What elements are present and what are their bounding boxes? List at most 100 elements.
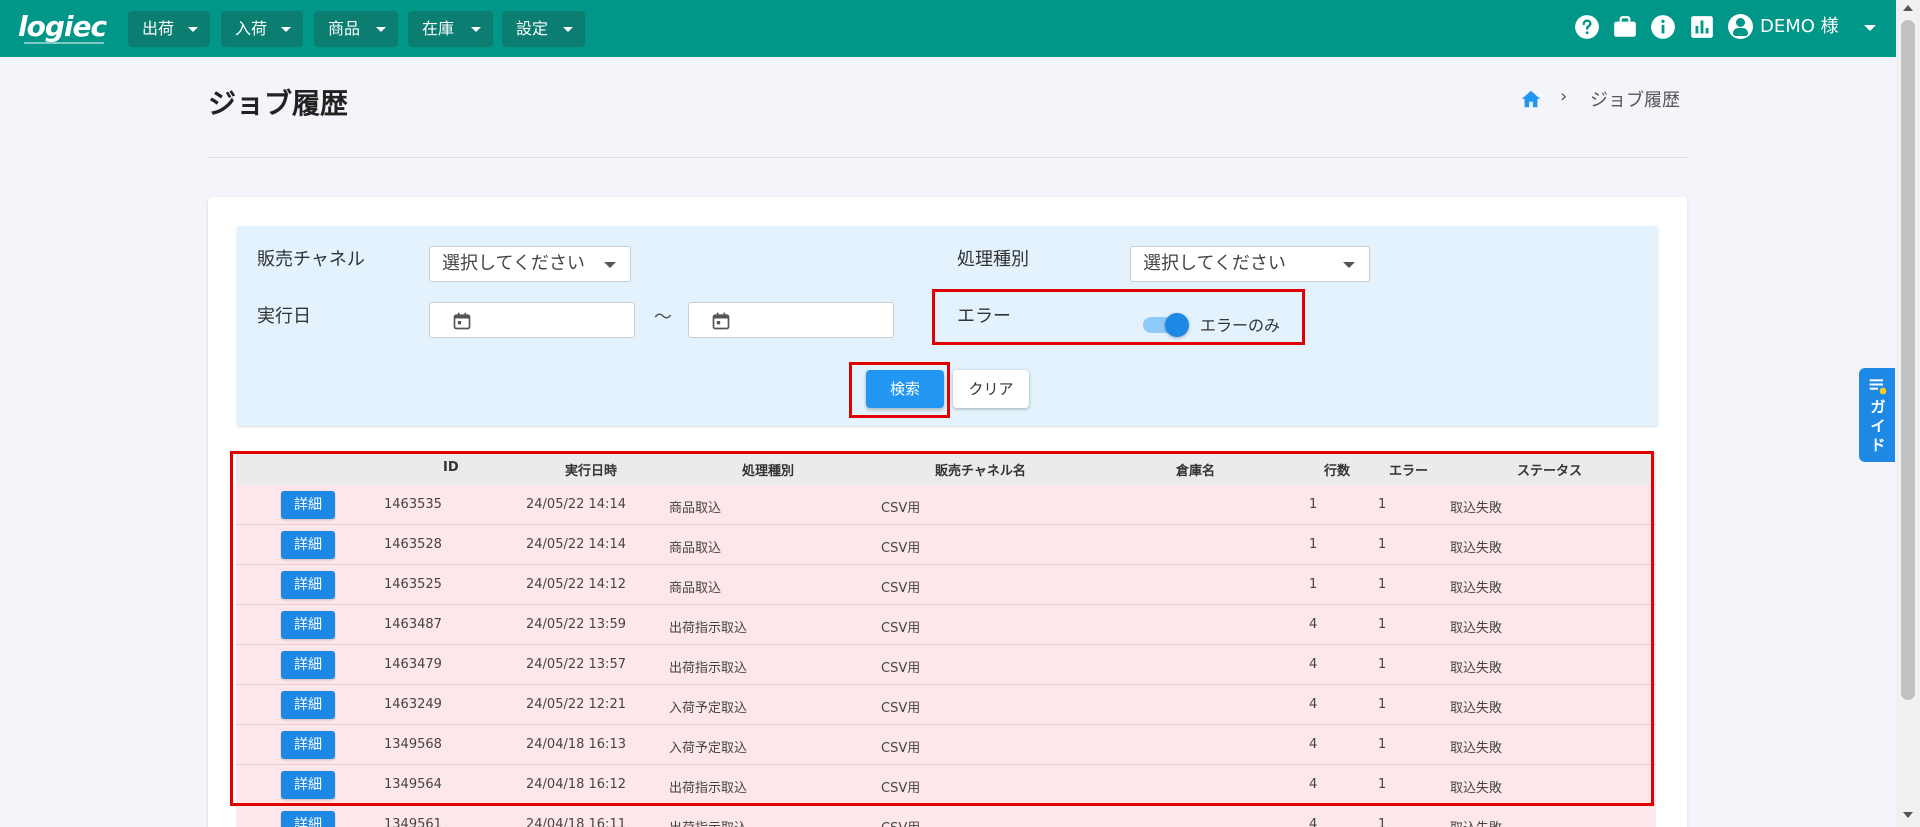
chevron-down-icon	[281, 27, 291, 32]
column-header-channel: 販売チャネル名	[935, 464, 1026, 479]
guide-list-icon	[1869, 379, 1887, 395]
scroll-up-arrow-icon[interactable]	[1903, 5, 1913, 11]
channel-select[interactable]: 選択してください	[429, 246, 631, 282]
cell-lines: 1	[1309, 497, 1318, 512]
nav-inventory-menu[interactable]: 在庫	[408, 11, 493, 47]
detail-button[interactable]: 詳細	[281, 651, 335, 679]
cell-errors: 1	[1378, 537, 1387, 552]
column-header-id: ID	[443, 460, 459, 475]
cell-errors: 1	[1378, 817, 1387, 827]
cell-errors: 1	[1378, 777, 1387, 792]
detail-button[interactable]: 詳細	[281, 571, 335, 599]
detail-button[interactable]: 詳細	[281, 531, 335, 559]
chevron-down-icon	[604, 262, 616, 268]
cell-id: 1349561	[384, 817, 442, 827]
logo[interactable]: logiec	[18, 10, 107, 43]
cell-status: 取込失敗	[1450, 701, 1503, 716]
cell-channel: CSV用	[881, 741, 921, 756]
cell-datetime: 24/05/22 12:21	[526, 697, 626, 712]
cell-channel: CSV用	[881, 817, 920, 827]
guide-tab[interactable]: ガイド	[1859, 368, 1895, 462]
home-icon[interactable]	[1520, 88, 1542, 110]
detail-button[interactable]: 詳細	[281, 731, 335, 759]
briefcase-icon[interactable]	[1612, 14, 1638, 40]
cell-id: 1463525	[384, 577, 442, 592]
column-header-datetime: 実行日時	[565, 464, 618, 479]
nav-settings-menu[interactable]: 設定	[502, 11, 585, 47]
toggle-knob	[1165, 313, 1189, 337]
table-row: 詳細 1463528 24/05/22 14:14 商品取込 CSV用 1 1 …	[236, 525, 1656, 565]
cell-errors: 1	[1378, 577, 1387, 592]
error-only-toggle[interactable]	[1143, 312, 1189, 338]
cell-datetime: 24/04/18 16:11	[526, 817, 626, 827]
cell-status: 取込失敗	[1450, 741, 1503, 756]
cell-channel: CSV用	[881, 501, 921, 516]
table-row: 詳細 1349564 24/04/18 16:12 出荷指示取込 CSV用 4 …	[236, 765, 1656, 805]
clear-button[interactable]: クリア	[953, 370, 1029, 408]
cell-datetime: 24/05/22 13:57	[526, 657, 626, 672]
cell-process-type: 出荷指示取込	[669, 817, 747, 827]
cell-channel: CSV用	[881, 541, 921, 556]
nav-shipping-menu[interactable]: 出荷	[128, 11, 210, 47]
cell-id: 1463487	[384, 617, 442, 632]
nav-receiving-menu[interactable]: 入荷	[221, 11, 303, 47]
search-button[interactable]: 検索	[866, 370, 944, 408]
cell-datetime: 24/04/18 16:13	[526, 737, 626, 752]
detail-button[interactable]: 詳細	[281, 611, 335, 639]
nav-products-label: 商品	[328, 19, 361, 38]
nav-settings-label: 設定	[516, 19, 549, 38]
bar-chart-icon[interactable]	[1689, 14, 1715, 40]
calendar-icon[interactable]	[452, 311, 472, 331]
error-label: エラー	[957, 306, 1011, 327]
channel-select-value: 選択してください	[442, 253, 585, 274]
column-header-status: ステータス	[1517, 464, 1583, 479]
cell-id: 1349568	[384, 737, 442, 752]
cell-status: 取込失敗	[1450, 501, 1503, 516]
chevron-down-icon	[471, 27, 481, 32]
date-from-input[interactable]	[429, 302, 635, 338]
page-scrollbar[interactable]	[1896, 0, 1920, 827]
help-circle-icon[interactable]	[1574, 14, 1600, 40]
detail-button[interactable]: 詳細	[281, 491, 335, 519]
scrollbar-thumb[interactable]	[1901, 20, 1915, 700]
cell-lines: 4	[1309, 777, 1318, 792]
cell-id: 1463535	[384, 497, 442, 512]
cell-lines: 1	[1309, 537, 1318, 552]
process-type-select[interactable]: 選択してください	[1130, 246, 1370, 282]
process-type-label: 処理種別	[957, 249, 1029, 270]
cell-datetime: 24/05/22 14:14	[526, 497, 626, 512]
cell-status: 取込失敗	[1450, 817, 1502, 827]
channel-label: 販売チャネル	[257, 249, 365, 270]
chevron-right-icon: ›	[1560, 86, 1568, 107]
column-header-lines: 行数	[1324, 464, 1351, 479]
scroll-down-arrow-icon[interactable]	[1903, 812, 1913, 818]
cell-process-type: 商品取込	[669, 581, 722, 596]
detail-button[interactable]: 詳細	[281, 771, 335, 799]
chevron-down-icon	[376, 27, 386, 32]
cell-id: 1463479	[384, 657, 442, 672]
table-row: 詳細 1463535 24/05/22 14:14 商品取込 CSV用 1 1 …	[236, 485, 1656, 525]
date-to-input[interactable]	[688, 302, 894, 338]
top-navbar: logiec 出荷 入荷 商品 在庫 設定 DEMO 様	[0, 0, 1896, 57]
nav-receiving-label: 入荷	[235, 19, 268, 38]
cell-process-type: 入荷予定取込	[669, 701, 748, 716]
table-row: 詳細 1463525 24/05/22 14:12 商品取込 CSV用 1 1 …	[236, 565, 1656, 605]
calendar-icon[interactable]	[711, 311, 731, 331]
table-row: 詳細 1463249 24/05/22 12:21 入荷予定取込 CSV用 4 …	[236, 685, 1656, 725]
cell-status: 取込失敗	[1450, 581, 1503, 596]
cell-channel: CSV用	[881, 701, 921, 716]
cell-status: 取込失敗	[1450, 661, 1503, 676]
nav-products-menu[interactable]: 商品	[314, 11, 398, 47]
guide-label: ガイド	[1870, 398, 1886, 454]
cell-process-type: 出荷指示取込	[669, 661, 748, 676]
chevron-down-icon	[563, 27, 573, 32]
cell-lines: 4	[1309, 737, 1318, 752]
detail-button[interactable]: 詳細	[281, 811, 335, 827]
cell-lines: 1	[1309, 577, 1318, 592]
cell-datetime: 24/05/22 14:12	[526, 577, 626, 592]
chevron-down-icon	[188, 27, 198, 32]
execution-date-label: 実行日	[257, 306, 311, 327]
detail-button[interactable]: 詳細	[281, 691, 335, 719]
info-icon[interactable]	[1650, 14, 1676, 40]
cell-lines: 4	[1309, 697, 1318, 712]
